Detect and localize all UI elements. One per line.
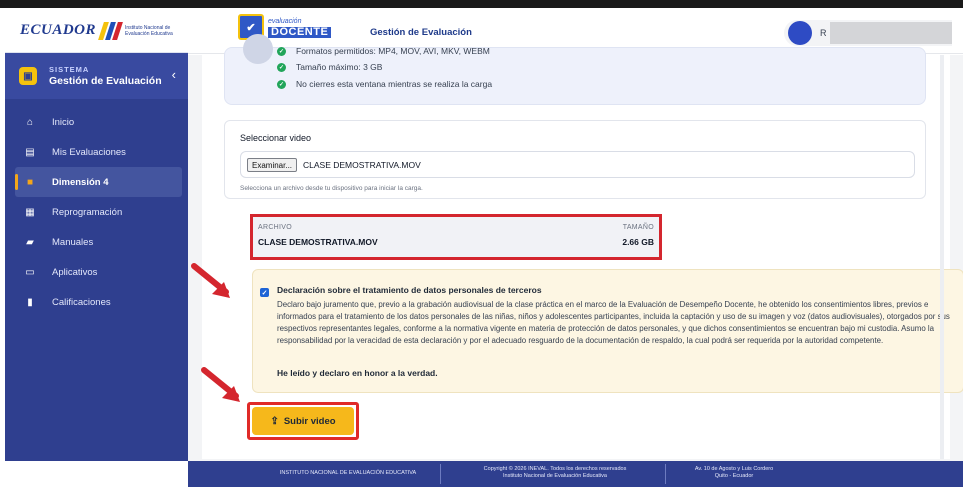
user-initial: R (820, 28, 827, 38)
logo-big-text: DOCENTE (268, 27, 332, 38)
sidebar-item-calificaciones[interactable]: ▮ Calificaciones (5, 287, 188, 317)
chevron-left-icon[interactable]: ‹ (172, 67, 176, 82)
upload-requirements: ✓ Formatos permitidos: MP4, MOV, AVI, MK… (224, 34, 926, 105)
document-icon: ▤ (25, 146, 35, 158)
sidebar-item-label: Calificaciones (52, 296, 111, 308)
sidebar-item-label: Dimensión 4 (52, 176, 109, 188)
sidebar-item-aplicativos[interactable]: ▭ Aplicativos (5, 257, 188, 287)
video-select-panel: Seleccionar video Examinar... CLASE DEMO… (224, 120, 926, 199)
annotation-arrow-icon (191, 263, 230, 298)
folder-icon: ▰ (26, 236, 34, 248)
sidebar-item-manuales[interactable]: ▰ Manuales (5, 227, 188, 257)
sidebar-item-inicio[interactable]: ⌂ Inicio (5, 107, 188, 137)
footer-copyright-line: Copyright © 2026 INEVAL. Todos los derec… (483, 466, 627, 472)
sidebar-nav: ⌂ Inicio ▤ Mis Evaluaciones ■ Dimensión … (5, 107, 188, 317)
check-circle-icon: ✓ (277, 62, 286, 72)
footer-institute: INSTITUTO NACIONAL DE EVALUACIÓN EDUCATI… (279, 470, 417, 476)
requirement-item: ✓ Tamaño máximo: 3 GB (277, 62, 382, 72)
footer-divider (440, 464, 441, 484)
sidebar-item-label: Aplicativos (52, 266, 98, 278)
requirement-text: Formatos permitidos: MP4, MOV, AVI, MKV,… (296, 46, 490, 56)
check-circle-icon: ✓ (277, 79, 286, 89)
upload-button-label: Subir video (283, 415, 336, 427)
select-video-label: Seleccionar video (240, 133, 312, 143)
footer-address-line: Av. 10 de Agosto y Luis Cordero (694, 466, 774, 472)
sidebar-item-label: Manuales (52, 236, 94, 248)
footer-copyright-line: Instituto Nacional de Evaluación Educati… (503, 473, 607, 479)
module-switcher[interactable]: ▣ SISTEMA Gestión de Evaluación ‹ (5, 53, 188, 99)
sidebar-item-label: Mis Evaluaciones (52, 146, 126, 158)
footer: INSTITUTO NACIONAL DE EVALUACIÓN EDUCATI… (188, 461, 963, 487)
sidebar-item-label: Reprogramación (52, 206, 123, 218)
module-badge-icon: ▣ (19, 67, 37, 85)
footer-copyright: Copyright © 2026 INEVAL. Todos los derec… (460, 466, 650, 480)
avatar (788, 21, 812, 45)
user-menu[interactable]: R (784, 20, 952, 46)
declaration-title: Declaración sobre el tratamiento de dato… (277, 285, 542, 295)
upload-icon: ⇪ (270, 415, 279, 427)
select-hint: Selecciona un archivo desde tu dispositi… (240, 185, 423, 192)
annotation-arrow-icon (201, 367, 240, 402)
declaration-panel: ✓ Declaración sobre el tratamiento de da… (252, 269, 963, 393)
module-caption: SISTEMA (49, 65, 90, 74)
selected-file-name: CLASE DEMOSTRATIVA.MOV (303, 160, 421, 170)
sidebar: ECUADOR Instituto Nacional de Evaluación… (5, 9, 188, 461)
scrollbar[interactable] (940, 55, 944, 459)
info-circle-icon (243, 34, 273, 64)
home-icon: ⌂ (26, 116, 34, 128)
module-title: Gestión de Evaluación (49, 75, 162, 87)
footer-address-line: Quito - Ecuador (714, 473, 754, 479)
logo-ecuador-text: ECUADOR (19, 22, 97, 38)
video-icon: ■ (26, 176, 34, 188)
logo-institute-text: Instituto Nacional de Evaluación Educati… (125, 24, 173, 37)
clipboard-icon: ▮ (27, 296, 33, 308)
declaration-checkbox[interactable]: ✓ (260, 288, 269, 297)
monitor-icon: ▭ (25, 266, 35, 278)
ecuador-logo[interactable]: ECUADOR Instituto Nacional de Evaluación… (5, 9, 188, 53)
sidebar-item-mis-evaluaciones[interactable]: ▤ Mis Evaluaciones (5, 137, 188, 167)
footer-divider (665, 464, 666, 484)
page-title: Gestión de Evaluación (370, 27, 472, 38)
sidebar-item-reprogramacion[interactable]: ▦ Reprogramación (5, 197, 188, 227)
requirement-item: ✓ Formatos permitidos: MP4, MOV, AVI, MK… (277, 46, 490, 56)
check-circle-icon: ✓ (277, 46, 286, 56)
declaration-confirm: He leído y declaro en honor a la verdad. (277, 368, 438, 378)
video-file-input[interactable]: Examinar... CLASE DEMOSTRATIVA.MOV (240, 151, 915, 178)
upload-card: ✓ Formatos permitidos: MP4, MOV, AVI, MK… (202, 34, 963, 459)
calendar-icon: ▦ (25, 206, 35, 218)
flag-stripes-icon (98, 21, 123, 40)
browse-button[interactable]: Examinar... (247, 158, 298, 172)
upload-video-button[interactable]: ⇪ Subir video (252, 407, 354, 435)
footer-address: Av. 10 de Agosto y Luis Cordero Quito - … (674, 466, 794, 480)
main-content: ✓ Formatos permitidos: MP4, MOV, AVI, MK… (188, 34, 963, 461)
requirement-text: Tamaño máximo: 3 GB (296, 62, 383, 72)
requirement-text: No cierres esta ventana mientras se real… (296, 79, 493, 89)
file-summary-highlight (250, 214, 662, 260)
top-bar (0, 0, 963, 8)
redacted-user-name (830, 22, 952, 44)
declaration-text: Declaro bajo juramento que, previo a la … (277, 300, 950, 345)
requirement-item: ✓ No cierres esta ventana mientras se re… (277, 79, 492, 89)
sidebar-item-label: Inicio (52, 116, 75, 128)
sidebar-item-dimension-4[interactable]: ■ Dimensión 4 (15, 167, 182, 197)
